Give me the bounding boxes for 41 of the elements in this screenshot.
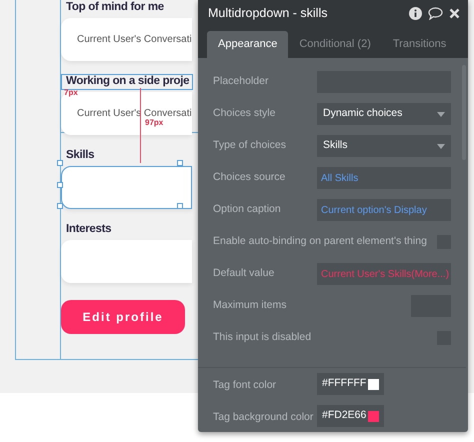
property-label: Option caption — [213, 202, 281, 218]
field-label: Interests — [66, 224, 112, 236]
dialog-title: Multidropdown - skills — [208, 5, 328, 22]
resize-handle[interactable] — [57, 203, 63, 209]
resize-handle[interactable] — [177, 203, 183, 209]
property-label: Enable auto-binding on parent element's thing — [213, 234, 427, 250]
property-label: Maximum items — [213, 298, 287, 314]
dropdown[interactable]: Dynamic choices — [317, 103, 451, 125]
property-label: Default value — [213, 266, 274, 282]
spacing-label: 97px — [145, 119, 164, 127]
color-field[interactable]: #FD2E66 — [317, 405, 384, 427]
property-label: Tag background color — [213, 411, 314, 423]
field-value: Current User's Conversati — [77, 107, 192, 119]
property-label: Tag font color — [213, 379, 276, 391]
info-icon[interactable] — [409, 7, 422, 20]
field-label: Top of mind for me — [66, 2, 164, 14]
resize-handle[interactable] — [57, 160, 63, 166]
field-label: Working on a side proje — [66, 76, 190, 88]
field-value: Current User's Conversati — [77, 33, 192, 47]
property-label: This input is disabled — [213, 330, 312, 346]
resize-handle[interactable] — [57, 182, 63, 188]
property-label: Type of choices — [213, 138, 286, 154]
comment-icon[interactable] — [428, 7, 443, 20]
field-label: Skills — [66, 150, 94, 162]
color-field[interactable]: #FFFFFF — [317, 373, 384, 395]
tab[interactable]: Conditional (2) — [288, 31, 382, 58]
caret-icon — [437, 144, 445, 148]
property-label: Placeholder — [213, 74, 268, 90]
property-label: Choices source — [213, 170, 286, 186]
close-icon[interactable] — [449, 8, 460, 20]
edit-profile-button[interactable]: Edit profile — [61, 300, 185, 334]
tab[interactable]: Appearance — [207, 31, 288, 58]
input-field[interactable] — [61, 240, 192, 283]
tab[interactable]: Transitions — [382, 31, 458, 58]
property-label: Choices style — [213, 106, 276, 122]
resize-handle[interactable] — [177, 160, 183, 166]
caret-icon — [437, 112, 445, 116]
input-field[interactable]: Current User's Conversati — [61, 18, 192, 61]
input-field[interactable] — [61, 166, 192, 209]
dropdown[interactable]: Skills — [317, 135, 451, 157]
spacing-label: 7px — [64, 89, 78, 97]
